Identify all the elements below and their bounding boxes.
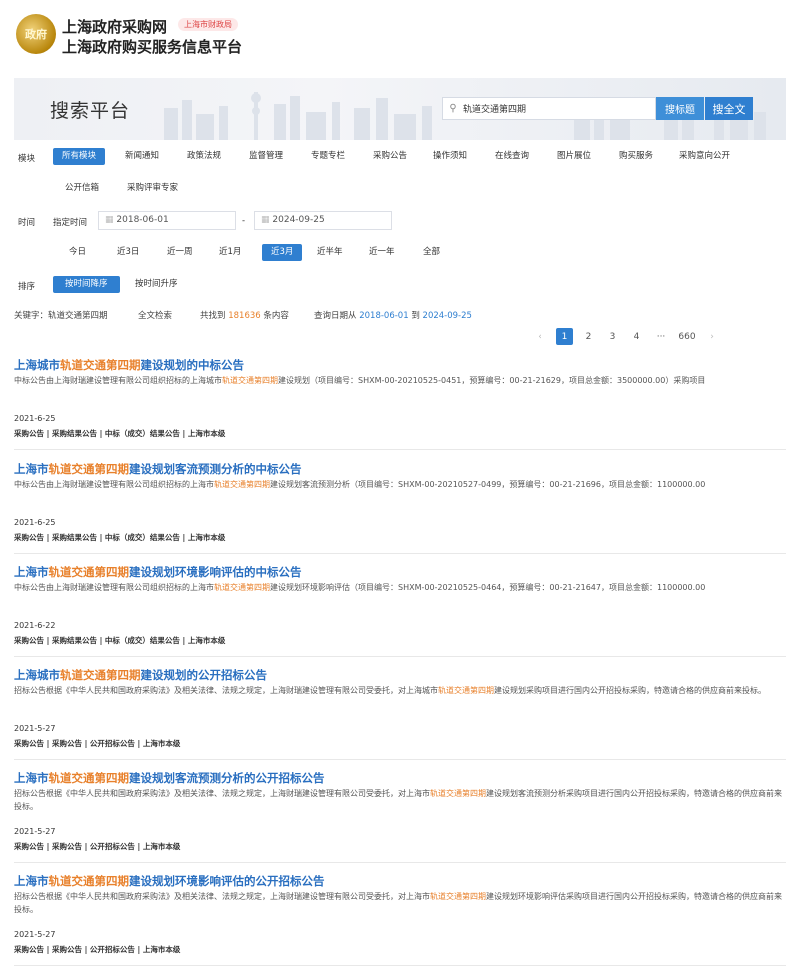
module-image-booth[interactable]: 图片展位 <box>548 148 600 165</box>
module-special[interactable]: 专题专栏 <box>302 148 354 165</box>
range-week[interactable]: 近一周 <box>158 244 202 261</box>
result-description: 招标公告根据《中华人民共和国政府采购法》及相关法律、法规之规定，上海财瑞建设管理… <box>14 789 782 811</box>
site-subtitle[interactable]: 上海政府购买服务信息平台 <box>62 36 242 57</box>
result-date: 2021-5-27 <box>14 827 56 836</box>
range-today[interactable]: 今日 <box>60 244 95 261</box>
result-item: 上海市轨道交通第四期建设规划客流预测分析的中标公告 中标公告由上海财瑞建设管理有… <box>14 456 786 554</box>
module-procurement-notice[interactable]: 采购公告 <box>364 148 416 165</box>
page-prev-button[interactable]: ‹ <box>532 328 548 345</box>
result-item: 上海市轨道交通第四期建设规划环境影响评估的中标公告 中标公告由上海财瑞建设管理有… <box>14 559 786 657</box>
start-date-field[interactable]: ▦ 2018-06-01 <box>98 211 236 230</box>
sort-label: 排序 <box>18 282 36 292</box>
result-title[interactable]: 上海市轨道交通第四期建设规划环境影响评估的中标公告 <box>14 564 302 580</box>
module-online-query[interactable]: 在线查询 <box>486 148 538 165</box>
end-date-field[interactable]: ▦ 2024-09-25 <box>254 211 392 230</box>
site-badge: 上海市财政局 <box>178 18 238 31</box>
module-mailbox[interactable]: 公开信箱 <box>56 180 108 197</box>
result-description: 中标公告由上海财瑞建设管理有限公司组织招标的上海市轨道交通第四期建设规划客流预测… <box>14 480 706 489</box>
result-item: 上海城市轨道交通第四期建设规划的中标公告 中标公告由上海财瑞建设管理有限公司组织… <box>14 352 786 450</box>
result-tags: 采购公告 | 采购结果公告 | 中标（成交）结果公告 | 上海市本级 <box>14 636 226 645</box>
date-range-summary: 查询日期从 2018-06-01 到 2024-09-25 <box>314 309 472 321</box>
result-date: 2021-6-25 <box>14 414 56 423</box>
range-year[interactable]: 近一年 <box>360 244 404 261</box>
search-input[interactable] <box>463 103 643 114</box>
result-date: 2021-6-22 <box>14 621 56 630</box>
range-all[interactable]: 全部 <box>414 244 449 261</box>
search-banner: 搜索平台 ⚲ 搜标题 搜全文 <box>14 78 786 140</box>
count-suffix: 条内容 <box>263 311 289 321</box>
result-count: 共找到 181636 条内容 <box>200 309 289 321</box>
module-supervision[interactable]: 监督管理 <box>240 148 292 165</box>
calendar-icon: ▦ <box>105 215 114 225</box>
module-purchase-service[interactable]: 购买服务 <box>610 148 662 165</box>
result-tags: 采购公告 | 采购结果公告 | 中标（成交）结果公告 | 上海市本级 <box>14 429 226 438</box>
page-1[interactable]: 1 <box>556 328 573 345</box>
result-tags: 采购公告 | 采购结果公告 | 中标（成交）结果公告 | 上海市本级 <box>14 533 226 542</box>
count-value: 181636 <box>228 311 261 321</box>
range-3months[interactable]: 近3月 <box>262 244 303 261</box>
result-title[interactable]: 上海城市轨道交通第四期建设规划的中标公告 <box>14 357 244 373</box>
start-date-value: 2018-06-01 <box>116 215 169 225</box>
page-2[interactable]: 2 <box>580 328 597 345</box>
page-4[interactable]: 4 <box>628 328 645 345</box>
site-logo[interactable]: 政府 <box>16 14 56 54</box>
search-title-button[interactable]: 搜标题 <box>656 97 704 120</box>
range-month[interactable]: 近1月 <box>210 244 250 261</box>
site-header: 政府 上海政府采购网 上海市财政局 上海政府购买服务信息平台 <box>16 12 316 57</box>
sort-asc[interactable]: 按时间升序 <box>126 276 187 293</box>
result-title[interactable]: 上海市轨道交通第四期建设规划客流预测分析的公开招标公告 <box>14 770 325 786</box>
sort-desc[interactable]: 按时间降序 <box>53 276 120 293</box>
date-separator: - <box>242 216 246 226</box>
keyword-label: 关键字： <box>14 311 49 321</box>
time-filter-label: 时间 <box>18 218 36 228</box>
result-date: 2021-6-25 <box>14 518 56 527</box>
result-tags: 采购公告 | 采购公告 | 公开招标公告 | 上海市本级 <box>14 739 181 748</box>
page-ellipsis: ··· <box>656 331 666 342</box>
result-title[interactable]: 上海市轨道交通第四期建设规划环境影响评估的公开招标公告 <box>14 873 325 889</box>
module-filter-label: 模块 <box>18 154 36 164</box>
count-prefix: 共找到 <box>200 311 226 321</box>
module-intent-public[interactable]: 采购意向公开 <box>670 148 739 165</box>
specify-time-label: 指定时间 <box>53 218 88 228</box>
range-half-year[interactable]: 近半年 <box>308 244 352 261</box>
end-date-value: 2024-09-25 <box>272 215 325 225</box>
logo-text: 政府 <box>25 28 47 41</box>
result-description: 中标公告由上海财瑞建设管理有限公司组织招标的上海市轨道交通第四期建设规划环境影响… <box>14 583 706 592</box>
keyword-value: 轨道交通第四期 <box>48 311 108 321</box>
date-mid: 到 <box>411 311 420 321</box>
result-description: 招标公告根据《中华人民共和国政府采购法》及相关法律、法规之规定，上海财瑞建设管理… <box>14 892 782 914</box>
module-experts[interactable]: 采购评审专家 <box>118 180 187 197</box>
result-date: 2021-5-27 <box>14 930 56 939</box>
date-prefix: 查询日期从 <box>314 311 357 321</box>
result-title[interactable]: 上海市轨道交通第四期建设规划客流预测分析的中标公告 <box>14 461 302 477</box>
search-scope: 全文检索 <box>138 311 173 321</box>
page-last[interactable]: 660 <box>674 328 700 345</box>
page-3[interactable]: 3 <box>604 328 621 345</box>
result-title[interactable]: 上海城市轨道交通第四期建设规划的公开招标公告 <box>14 667 267 683</box>
keyword-summary: 关键字：轨道交通第四期 <box>14 309 108 321</box>
result-tags: 采购公告 | 采购公告 | 公开招标公告 | 上海市本级 <box>14 945 181 954</box>
result-item: 上海市轨道交通第四期建设规划客流预测分析的公开招标公告 招标公告根据《中华人民共… <box>14 765 786 863</box>
result-description: 招标公告根据《中华人民共和国政府采购法》及相关法律、法规之规定，上海财瑞建设管理… <box>14 686 766 695</box>
calendar-icon: ▦ <box>261 215 270 225</box>
date-to: 2024-09-25 <box>422 311 472 321</box>
result-date: 2021-5-27 <box>14 724 56 733</box>
result-tags: 采购公告 | 采购公告 | 公开招标公告 | 上海市本级 <box>14 842 181 851</box>
search-platform-title: 搜索平台 <box>50 100 131 122</box>
module-news[interactable]: 新闻通知 <box>116 148 168 165</box>
site-name[interactable]: 上海政府采购网 <box>62 16 167 37</box>
result-item: 上海市轨道交通第四期建设规划环境影响评估的公开招标公告 招标公告根据《中华人民共… <box>14 868 786 966</box>
search-fulltext-button[interactable]: 搜全文 <box>705 97 753 120</box>
range-3days[interactable]: 近3日 <box>108 244 148 261</box>
search-box[interactable]: ⚲ <box>442 97 656 120</box>
module-all[interactable]: 所有模块 <box>53 148 106 165</box>
module-policy[interactable]: 政策法规 <box>178 148 230 165</box>
page-next-button[interactable]: › <box>704 328 720 345</box>
search-icon: ⚲ <box>449 103 457 114</box>
result-description: 中标公告由上海财瑞建设管理有限公司组织招标的上海城市轨道交通第四期建设规划（项目… <box>14 376 706 385</box>
date-from: 2018-06-01 <box>359 311 409 321</box>
module-instructions[interactable]: 操作须知 <box>424 148 476 165</box>
result-item: 上海城市轨道交通第四期建设规划的公开招标公告 招标公告根据《中华人民共和国政府采… <box>14 662 786 760</box>
